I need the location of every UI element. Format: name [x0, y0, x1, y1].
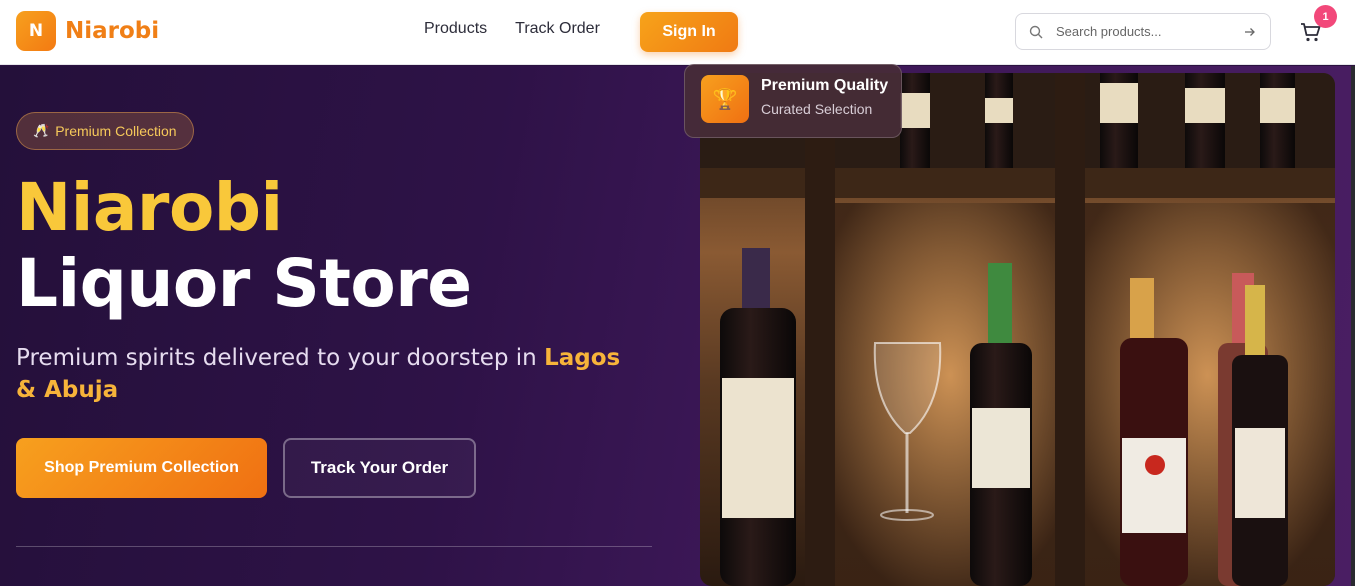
sign-in-button[interactable]: Sign In: [640, 12, 738, 52]
shop-premium-button[interactable]: Shop Premium Collection: [16, 438, 267, 498]
main-nav: Products Track Order: [424, 20, 600, 38]
logo-badge: N: [16, 11, 56, 51]
page-scrollbar[interactable]: [1351, 66, 1355, 586]
premium-quality-card: 🏆 Premium Quality Curated Selection: [684, 64, 902, 138]
nav-products[interactable]: Products: [424, 20, 487, 38]
subtitle-text: Premium spirits delivered to your doorst…: [16, 345, 545, 371]
top-navbar: N Niarobi Products Track Order Sign In 1: [0, 0, 1355, 65]
search-input[interactable]: [1056, 24, 1226, 39]
hero-subtitle: Premium spirits delivered to your doorst…: [16, 342, 636, 406]
pill-label: Premium Collection: [55, 123, 177, 139]
hero-wine-image: [700, 73, 1335, 586]
hero-divider: [16, 546, 652, 547]
logo-text: Niarobi: [65, 18, 160, 44]
badge-title: Premium Quality: [761, 77, 889, 94]
search-icon: [1029, 25, 1043, 38]
brand-logo[interactable]: N Niarobi: [16, 11, 159, 51]
nav-track-order[interactable]: Track Order: [515, 20, 600, 38]
arrow-right-icon[interactable]: [1244, 26, 1256, 38]
hero-title-line1: Niarobi: [16, 169, 283, 246]
premium-collection-pill: 🥂 Premium Collection: [16, 112, 194, 150]
champagne-icon: 🥂: [33, 123, 50, 138]
badge-subtitle: Curated Selection: [761, 101, 873, 117]
cart-count-badge: 1: [1314, 5, 1337, 28]
search-box: [1015, 13, 1271, 50]
track-order-button[interactable]: Track Your Order: [283, 438, 476, 498]
trophy-icon: 🏆: [701, 75, 749, 123]
hero-title-line2: Liquor Store: [16, 245, 472, 322]
